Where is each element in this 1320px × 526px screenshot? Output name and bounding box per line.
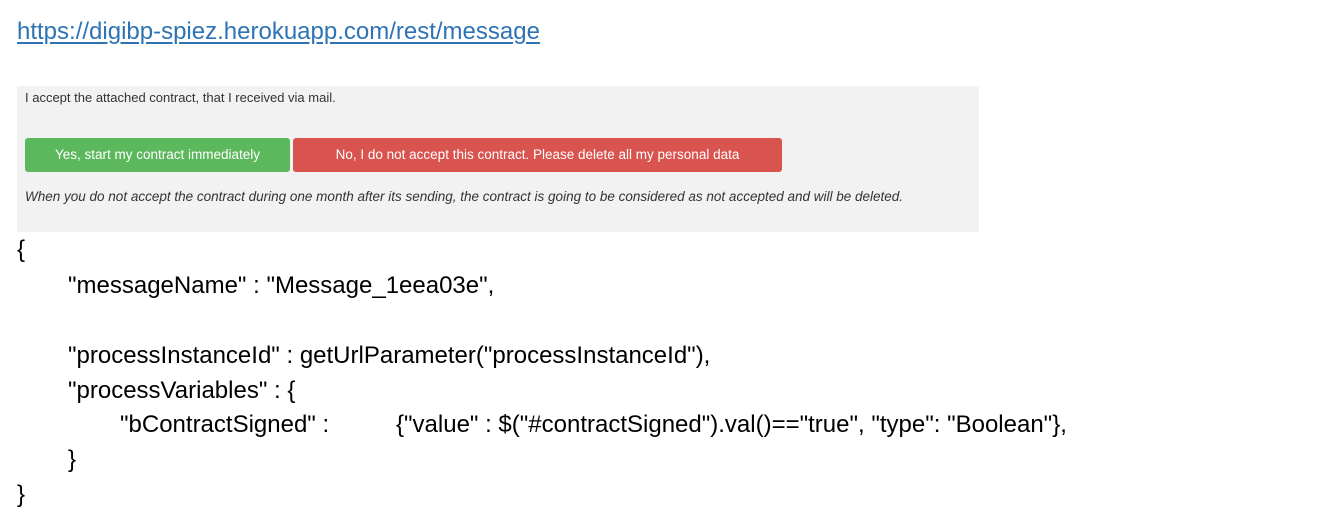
accept-contract-button[interactable]: Yes, start my contract immediately — [25, 138, 290, 172]
code-message-name: "messageName" : "Message_1eea03e", — [68, 272, 495, 299]
contract-prompt: I accept the attached contract, that I r… — [25, 90, 336, 105]
code-inner-close-brace: } — [68, 446, 77, 473]
code-contract-signed-value: {"value" : $("#contractSigned").val()=="… — [396, 411, 1067, 438]
reject-contract-button[interactable]: No, I do not accept this contract. Pleas… — [293, 138, 782, 172]
url-link[interactable]: https://digibp-spiez.herokuapp.com/rest/… — [17, 18, 540, 46]
code-contract-signed-key: "bContractSigned" : — [120, 411, 330, 438]
contract-panel: I accept the attached contract, that I r… — [17, 86, 979, 232]
code-process-variables: "processVariables" : { — [68, 377, 296, 404]
code-close-brace: } — [17, 481, 26, 508]
contract-note: When you do not accept the contract duri… — [25, 189, 904, 204]
code-open-brace: { — [17, 236, 26, 263]
code-process-instance-id: "processInstanceId" : getUrlParameter("p… — [68, 342, 711, 369]
